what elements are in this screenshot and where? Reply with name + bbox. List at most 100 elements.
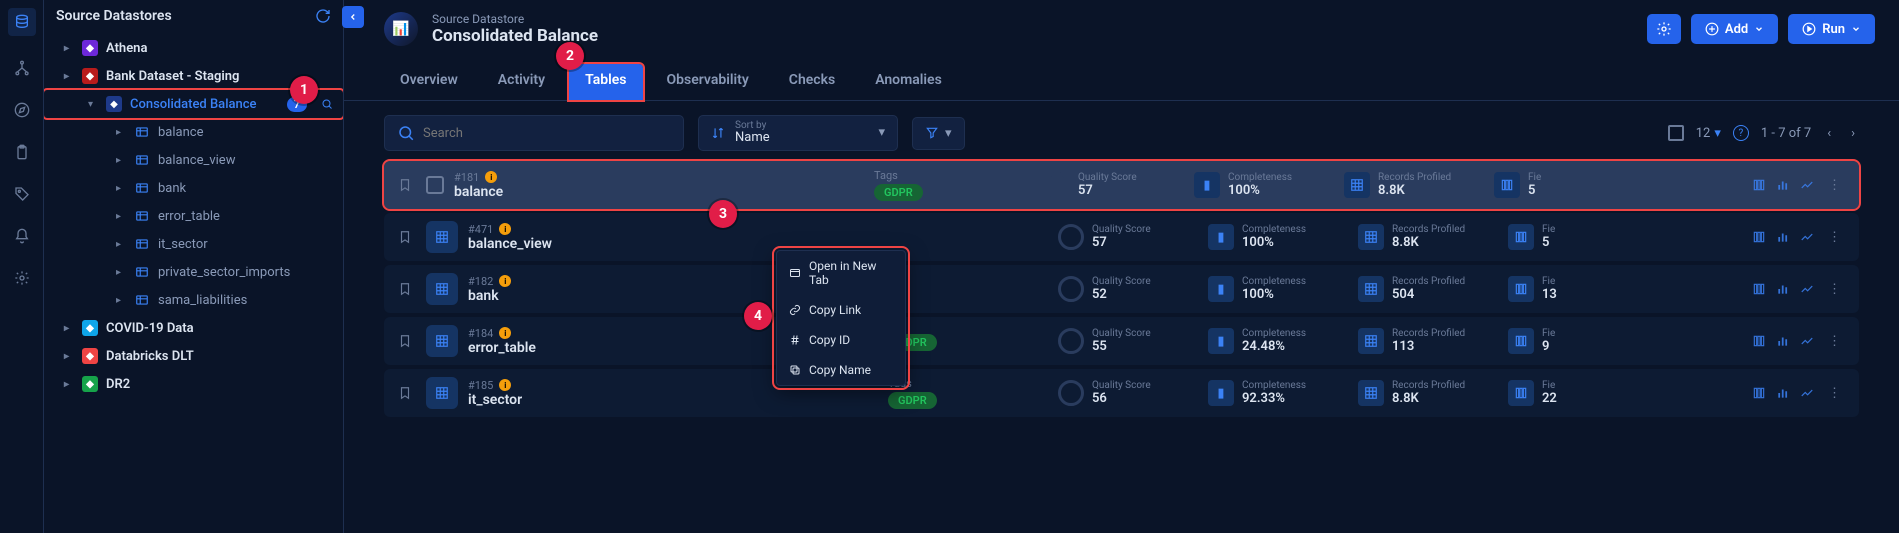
tab-observability[interactable]: Observability [651, 64, 765, 100]
tree-item[interactable]: ▸sama_liabilities [44, 286, 343, 314]
sort-select[interactable]: Sort by Name ▾ [698, 115, 898, 150]
context-menu-item[interactable]: Copy ID [777, 325, 905, 355]
tab-overview[interactable]: Overview [384, 64, 474, 100]
row-checkbox[interactable] [426, 176, 444, 194]
action-columns-icon[interactable] [1752, 282, 1766, 296]
tab-tables[interactable]: Tables [569, 64, 642, 100]
tree-item[interactable]: ▸private_sector_imports [44, 258, 343, 286]
action-bars-icon[interactable] [1776, 178, 1790, 192]
row-menu-button[interactable]: ⋮ [1824, 226, 1845, 249]
tree-item[interactable]: ▸bank [44, 174, 343, 202]
action-trend-icon[interactable] [1800, 282, 1814, 296]
action-trend-icon[interactable] [1800, 386, 1814, 400]
tab-checks[interactable]: Checks [773, 64, 851, 100]
tree-item-label: error_table [158, 209, 220, 224]
action-trend-icon[interactable] [1800, 334, 1814, 348]
tree-item[interactable]: ▸it_sector [44, 230, 343, 258]
table-row[interactable]: #181ibalanceTagsGDPRQuality Score57▮Comp… [384, 161, 1859, 209]
tab-activity[interactable]: Activity [482, 64, 561, 100]
settings-button[interactable] [1647, 14, 1681, 44]
run-button[interactable]: Run [1788, 14, 1875, 44]
bookmark-icon[interactable] [398, 386, 416, 400]
table-icon [134, 292, 150, 308]
tree-item[interactable]: ▸ error_table [44, 202, 343, 230]
select-all-checkbox[interactable] [1668, 125, 1684, 141]
row-menu-button[interactable]: ⋮ [1824, 174, 1845, 197]
ring-icon [1058, 380, 1084, 406]
page-size-select[interactable]: 12 ▾ [1696, 126, 1721, 141]
row-name: error_table [468, 340, 728, 356]
action-bars-icon[interactable] [1776, 386, 1790, 400]
filter-button[interactable]: ▾ [912, 117, 965, 150]
prev-page-button[interactable]: ‹ [1823, 124, 1835, 143]
rail-tag-icon[interactable] [12, 184, 32, 204]
breadcrumb: Source Datastore [432, 12, 598, 26]
bookmark-icon[interactable] [398, 230, 416, 244]
next-page-button[interactable]: › [1847, 124, 1859, 143]
tags-label: Tags [888, 377, 1048, 390]
search-icon[interactable] [321, 98, 333, 110]
action-trend-icon[interactable] [1800, 178, 1814, 192]
context-menu-item[interactable]: Copy Link [777, 295, 905, 325]
action-bars-icon[interactable] [1776, 230, 1790, 244]
table-rows: #181ibalanceTagsGDPRQuality Score57▮Comp… [360, 161, 1883, 417]
row-menu-button[interactable]: ⋮ [1824, 382, 1845, 405]
rail-clipboard-icon[interactable] [12, 142, 32, 162]
row-menu-button[interactable]: ⋮ [1824, 330, 1845, 353]
icon-rail [0, 0, 44, 533]
tab-anomalies[interactable]: Anomalies [859, 64, 958, 100]
col-icon [1508, 276, 1534, 302]
rail-bell-icon[interactable] [12, 226, 32, 246]
run-button-label: Run [1822, 22, 1845, 37]
context-menu-item[interactable]: Copy Name [777, 355, 905, 385]
marker-4: 4 [744, 302, 772, 330]
tree-item-label: Bank Dataset - Staging [106, 69, 239, 84]
status-dot-icon: i [485, 171, 497, 183]
table-icon [134, 152, 150, 168]
rail-hierarchy-icon[interactable] [12, 58, 32, 78]
action-columns-icon[interactable] [1752, 334, 1766, 348]
search-input[interactable] [423, 126, 671, 141]
action-columns-icon[interactable] [1752, 230, 1766, 244]
records-cell: Records Profiled8.8K [1344, 172, 1484, 198]
rail-gear-icon[interactable] [12, 268, 32, 288]
help-icon[interactable]: ? [1733, 125, 1749, 141]
table-row[interactable]: #471ibalance_viewQuality Score57▮Complet… [384, 213, 1859, 261]
tree-header: Source Datastores [44, 0, 343, 34]
search-input-wrapper[interactable] [384, 115, 684, 151]
tree-item[interactable]: ▸◆Athena [44, 34, 343, 62]
tree-item[interactable]: ▸◆Databricks DLT [44, 342, 343, 370]
tree-item-label: balance_view [158, 153, 235, 168]
bookmark-icon[interactable] [398, 282, 416, 296]
datastore-avatar-icon: 📊 [384, 12, 418, 46]
row-menu-button[interactable]: ⋮ [1824, 278, 1845, 301]
action-bars-icon[interactable] [1776, 282, 1790, 296]
rail-compass-icon[interactable] [12, 100, 32, 120]
action-columns-icon[interactable] [1752, 178, 1766, 192]
ring-icon [1058, 224, 1084, 250]
grid-icon [1358, 380, 1384, 406]
bookmark-icon[interactable] [398, 178, 416, 192]
table-row[interactable]: #185iit_sectorTagsGDPRQuality Score56▮Co… [384, 369, 1859, 417]
chevron-icon: ▸ [116, 211, 126, 222]
tree-item[interactable]: ▸balance [44, 118, 343, 146]
chevron-icon: ▸ [64, 43, 74, 54]
table-row[interactable]: #182ibankQuality Score52▮Completeness100… [384, 265, 1859, 313]
action-columns-icon[interactable] [1752, 386, 1766, 400]
refresh-icon[interactable] [315, 8, 331, 24]
table-row[interactable]: #184ierror_tableGDPRQuality Score55▮Comp… [384, 317, 1859, 365]
tree-item[interactable]: ▸◆COVID-19 Data [44, 314, 343, 342]
table-icon [426, 325, 458, 357]
tag-pill: GDPR [874, 184, 923, 201]
context-menu-item[interactable]: Open in New Tab [777, 251, 905, 295]
tree-item[interactable]: ▸◆DR2 [44, 370, 343, 398]
tree-item[interactable]: ▸balance_view [44, 146, 343, 174]
collapse-panel-button[interactable] [342, 6, 364, 28]
action-trend-icon[interactable] [1800, 230, 1814, 244]
bookmark-icon[interactable] [398, 334, 416, 348]
add-button[interactable]: Add [1691, 14, 1778, 44]
action-bars-icon[interactable] [1776, 334, 1790, 348]
rail-database-icon[interactable] [8, 8, 36, 36]
col-icon [1494, 172, 1520, 198]
table-icon [426, 273, 458, 305]
